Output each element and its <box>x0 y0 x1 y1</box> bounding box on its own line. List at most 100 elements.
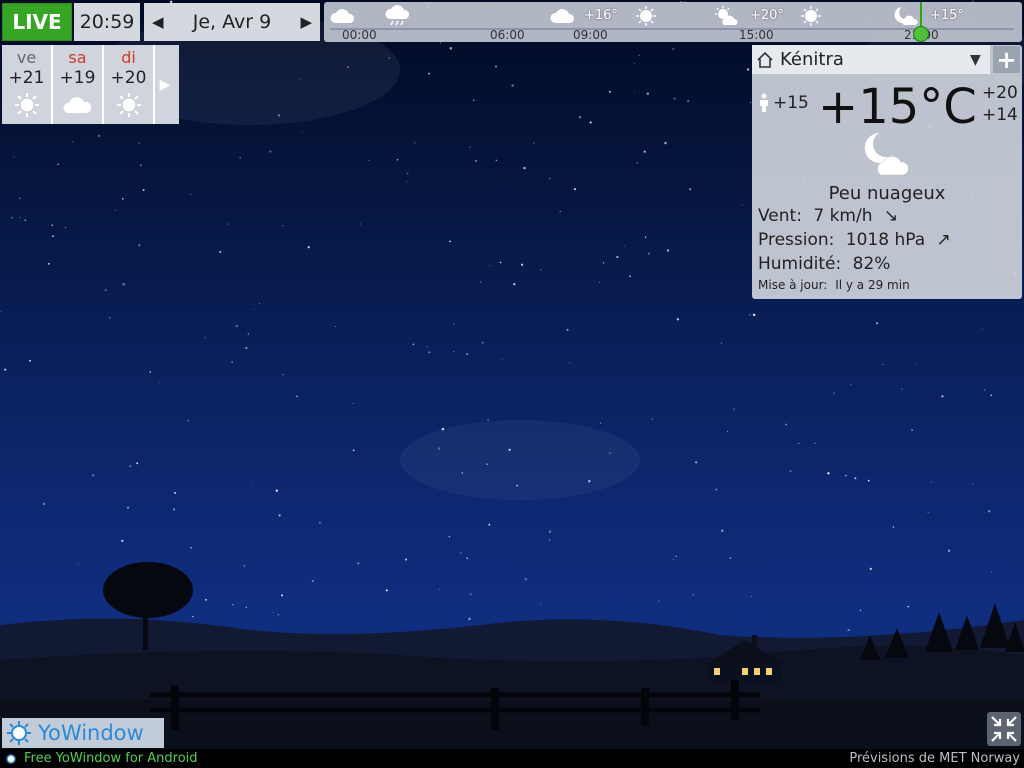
star <box>396 159 399 161</box>
star <box>302 131 304 132</box>
star <box>187 420 189 422</box>
rain-cloud-icon <box>385 5 410 26</box>
star <box>599 422 602 424</box>
cloud-icon <box>550 9 575 23</box>
star <box>122 283 125 286</box>
star <box>624 245 626 247</box>
city-selector[interactable]: Kénitra ▼ <box>752 45 990 74</box>
forecast-day[interactable]: ve +21 <box>2 45 53 124</box>
star <box>892 526 895 528</box>
star <box>158 382 160 384</box>
star <box>672 48 675 50</box>
feels-like-temp: +15 <box>773 93 809 113</box>
star <box>616 256 619 259</box>
live-button[interactable]: LIVE <box>2 3 72 41</box>
star <box>469 146 471 148</box>
star <box>142 189 145 192</box>
updated-value: Il y a 29 min <box>835 278 910 292</box>
forecast-day[interactable]: di +20 <box>104 45 155 124</box>
star <box>573 187 577 191</box>
pressure-value: 1018 hPa <box>845 230 926 250</box>
star <box>533 142 535 144</box>
star <box>990 394 993 397</box>
timeline-temp: +20° <box>750 8 784 23</box>
sun-icon <box>116 93 141 117</box>
home-icon <box>757 51 773 68</box>
star <box>666 249 670 252</box>
humidity-row: Humidité: 82% <box>758 254 890 274</box>
star <box>479 281 482 283</box>
star <box>13 156 15 158</box>
star <box>644 236 647 238</box>
previous-day-arrow-icon[interactable]: ◀ <box>152 13 164 31</box>
star <box>643 150 646 153</box>
star <box>352 449 355 452</box>
star <box>638 54 640 57</box>
star <box>108 316 111 319</box>
star <box>190 194 192 196</box>
star <box>448 535 451 538</box>
star <box>633 90 635 92</box>
pressure-label: Pression: <box>758 230 835 250</box>
dropdown-chevron-icon[interactable]: ▼ <box>970 52 981 68</box>
star <box>239 156 241 159</box>
star <box>47 262 50 265</box>
star <box>282 374 284 376</box>
star <box>673 97 676 100</box>
star <box>149 371 152 373</box>
next-days-arrow-icon[interactable]: ▶ <box>155 45 175 124</box>
star <box>646 92 650 95</box>
star <box>136 462 139 465</box>
brand-name: YoWindow <box>38 721 144 745</box>
star <box>428 72 431 75</box>
hourly-timeline[interactable]: +16° +20° +15° 00:00 06:00 09:00 15:00 2… <box>324 2 1022 42</box>
star <box>253 308 255 310</box>
star <box>122 198 124 200</box>
partly-cloudy-night-icon <box>894 7 918 25</box>
star <box>19 217 21 219</box>
add-location-button[interactable]: + <box>993 46 1020 74</box>
star <box>548 530 552 533</box>
star <box>278 514 281 517</box>
forecast-day[interactable]: sa +19 <box>53 45 104 124</box>
star <box>114 209 116 211</box>
star <box>850 384 852 385</box>
star <box>269 150 272 153</box>
star <box>930 481 932 483</box>
star <box>295 395 298 398</box>
humidity-value: 82% <box>852 254 891 274</box>
star <box>513 283 516 286</box>
star <box>867 479 870 482</box>
star <box>789 470 792 473</box>
star <box>715 488 718 491</box>
low-temp: +14 <box>982 105 1018 125</box>
star <box>4 368 7 371</box>
star <box>599 281 601 283</box>
current-time[interactable]: 20:59 <box>74 3 140 41</box>
star <box>465 352 469 356</box>
star <box>548 177 551 180</box>
star <box>559 210 561 212</box>
partly-cloudy-night-icon <box>864 133 909 176</box>
pressure-trend-arrow-icon: ↗ <box>936 230 951 250</box>
yowindow-logo[interactable]: YoWindow <box>2 718 164 748</box>
next-day-arrow-icon[interactable]: ▶ <box>300 13 312 31</box>
star <box>901 388 903 390</box>
day-name: di <box>121 48 136 67</box>
star <box>647 252 650 255</box>
star <box>97 134 101 138</box>
star <box>747 68 750 71</box>
star <box>578 116 582 119</box>
star <box>911 429 913 431</box>
star <box>499 261 502 264</box>
star <box>406 181 408 183</box>
sun-icon <box>14 93 39 117</box>
star <box>359 223 361 225</box>
day-temp: +19 <box>59 68 96 88</box>
star <box>501 358 503 360</box>
star <box>235 324 238 328</box>
android-link[interactable]: Free YoWindow for Android <box>4 751 198 766</box>
timeline-handle[interactable] <box>913 26 929 42</box>
exit-fullscreen-button[interactable] <box>987 712 1021 746</box>
daily-forecast: ve +21 sa +19 di +20 ▶ <box>2 45 179 124</box>
